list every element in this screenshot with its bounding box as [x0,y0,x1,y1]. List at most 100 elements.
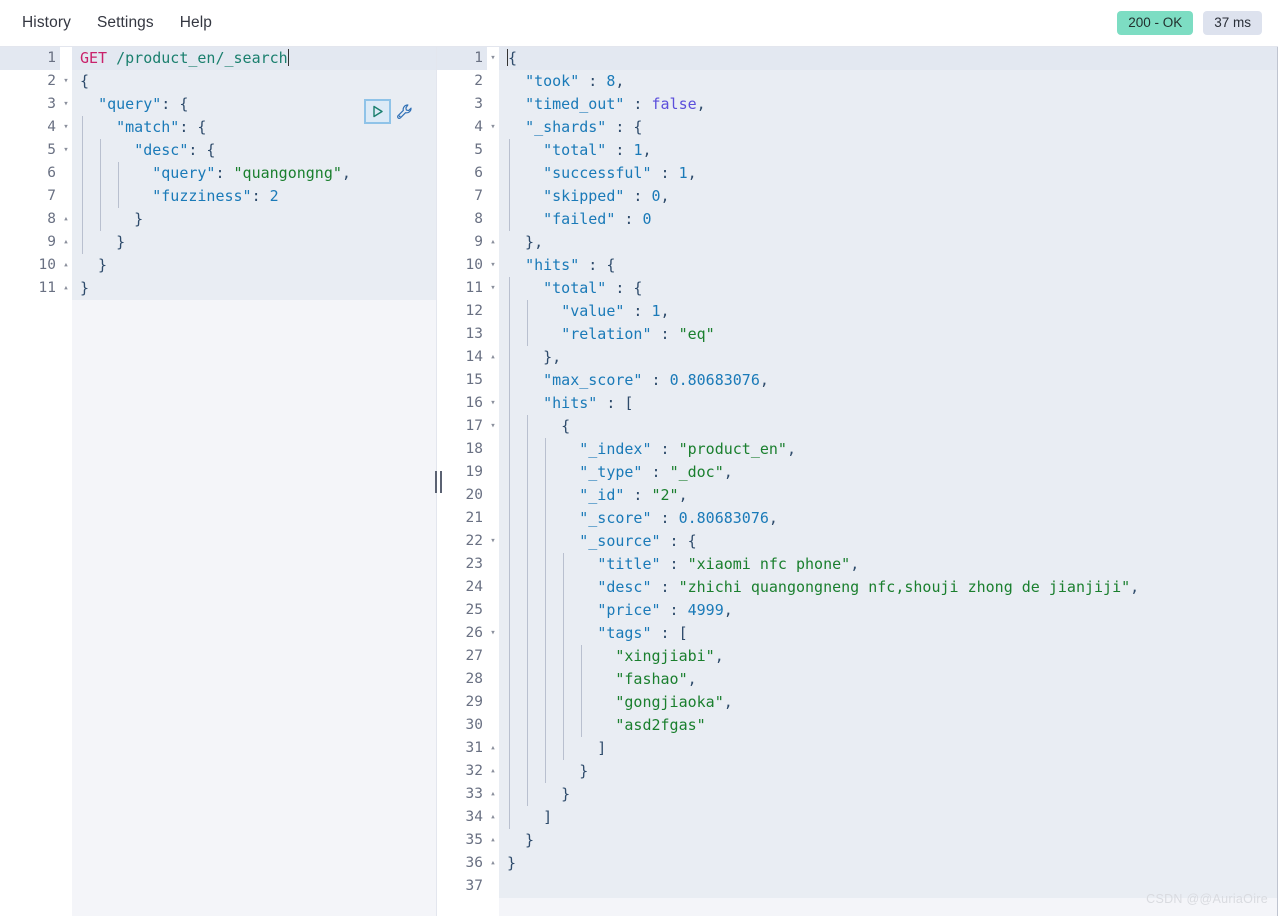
code-line[interactable]: 11 ▴} [0,277,436,300]
code-line-text[interactable]: "gongjiaoka", [499,691,1277,714]
code-line[interactable]: 14 ▴ }, [437,346,1277,369]
code-line-text[interactable]: "total" : { [499,277,1277,300]
code-line[interactable]: 2 "took" : 8, [437,70,1277,93]
fold-toggle-icon[interactable]: ▴ [487,852,499,875]
code-line[interactable]: 10 ▾ "hits" : { [437,254,1277,277]
code-line[interactable]: 12 "value" : 1, [437,300,1277,323]
code-line[interactable]: 36 ▴} [437,852,1277,875]
code-line-text[interactable]: "_type" : "_doc", [499,461,1277,484]
code-line-text[interactable]: } [499,829,1277,852]
fold-toggle-icon[interactable]: ▾ [487,392,499,415]
code-line[interactable]: 13 "relation" : "eq" [437,323,1277,346]
fold-toggle-icon[interactable]: ▾ [60,139,72,162]
fold-toggle-icon[interactable]: ▴ [487,783,499,806]
code-line-text[interactable]: "hits" : [ [499,392,1277,415]
code-line[interactable]: 9 ▴ } [0,231,436,254]
code-line-text[interactable]: "xingjiabi", [499,645,1277,668]
code-line[interactable]: 4 ▾ "_shards" : { [437,116,1277,139]
code-line[interactable]: 31 ▴ ] [437,737,1277,760]
code-line-text[interactable]: "value" : 1, [499,300,1277,323]
code-line[interactable]: 32 ▴ } [437,760,1277,783]
code-line[interactable]: 22 ▾ "_source" : { [437,530,1277,553]
code-line[interactable]: 21 "_score" : 0.80683076, [437,507,1277,530]
fold-toggle-icon[interactable]: ▴ [487,806,499,829]
code-line-text[interactable]: GET /product_en/_search [72,47,436,70]
code-line-text[interactable]: } [499,783,1277,806]
code-line-text[interactable]: "desc": { [72,139,436,162]
fold-toggle-icon[interactable]: ▾ [487,530,499,553]
code-line[interactable]: 17 ▾ { [437,415,1277,438]
code-line-text[interactable]: "fuzziness": 2 [72,185,436,208]
code-line-text[interactable]: "took" : 8, [499,70,1277,93]
code-line-text[interactable]: } [72,254,436,277]
code-line[interactable]: 19 "_type" : "_doc", [437,461,1277,484]
code-line[interactable]: 1 ▾{ [437,47,1277,70]
code-line[interactable]: 6 "query": "quangongng", [0,162,436,185]
fold-toggle-icon[interactable]: ▴ [487,829,499,852]
code-line-text[interactable]: "max_score" : 0.80683076, [499,369,1277,392]
code-line-text[interactable]: "timed_out" : false, [499,93,1277,116]
code-line[interactable]: 23 "title" : "xiaomi nfc phone", [437,553,1277,576]
fold-toggle-icon[interactable]: ▴ [487,231,499,254]
code-line[interactable]: 8 "failed" : 0 [437,208,1277,231]
code-line[interactable]: 29 "gongjiaoka", [437,691,1277,714]
fold-toggle-icon[interactable]: ▴ [487,737,499,760]
code-line-text[interactable]: { [499,47,1277,70]
code-line[interactable]: 2 ▾ { [0,70,436,93]
code-line-text[interactable]: } [499,852,1277,875]
request-pane[interactable]: 1 GET /product_en/_search 2 ▾{3 ▾ "query": {… [0,47,437,916]
code-line-text[interactable]: ] [499,806,1277,829]
code-line-text[interactable]: } [72,277,436,300]
fold-toggle-icon[interactable]: ▴ [60,231,72,254]
code-line-text[interactable]: "_source" : { [499,530,1277,553]
pane-splitter[interactable] [430,47,446,916]
code-line[interactable]: 24 "desc" : "zhichi quangongneng nfc,sho… [437,576,1277,599]
code-line-text[interactable]: "skipped" : 0, [499,185,1277,208]
code-line[interactable]: 7 "skipped" : 0, [437,185,1277,208]
code-line-text[interactable]: "desc" : "zhichi quangongneng nfc,shouji… [499,576,1277,599]
response-code[interactable]: 1 ▾ {2 "took" : 8, 3 "timed_out" : false, 4 ▾… [437,47,1277,898]
fold-toggle-icon[interactable]: ▾ [487,254,499,277]
menu-help[interactable]: Help [180,15,212,31]
fold-toggle-icon[interactable]: ▾ [487,415,499,438]
menu-history[interactable]: History [22,15,71,31]
code-line-text[interactable]: "_id" : "2", [499,484,1277,507]
code-line[interactable]: 26 ▾ "tags" : [ [437,622,1277,645]
code-line-text[interactable]: } [499,760,1277,783]
code-line[interactable]: 33 ▴ } [437,783,1277,806]
code-line[interactable]: 11 ▾ "total" : { [437,277,1277,300]
code-line[interactable]: 18 "_index" : "product_en", [437,438,1277,461]
code-line-text[interactable]: { [72,70,436,93]
fold-toggle-icon[interactable]: ▴ [487,346,499,369]
code-line[interactable]: 10 ▴ } [0,254,436,277]
code-line[interactable]: 15 "max_score" : 0.80683076, [437,369,1277,392]
code-line-text[interactable]: } [72,208,436,231]
code-line[interactable]: 1 GET /product_en/_search [0,47,436,70]
response-pane[interactable]: 1 ▾ {2 "took" : 8, 3 "timed_out" : false, 4 ▾… [437,47,1278,916]
code-line[interactable]: 28 "fashao", [437,668,1277,691]
code-line-text[interactable]: "title" : "xiaomi nfc phone", [499,553,1277,576]
code-line[interactable]: 35 ▴ } [437,829,1277,852]
fold-toggle-icon[interactable]: ▾ [487,622,499,645]
code-line[interactable]: 7 "fuzziness": 2 [0,185,436,208]
code-line-text[interactable]: ] [499,737,1277,760]
wrench-icon[interactable] [393,99,417,124]
code-line[interactable]: 9 ▴ }, [437,231,1277,254]
code-line-text[interactable]: } [72,231,436,254]
fold-toggle-icon[interactable]: ▾ [487,277,499,300]
code-line-text[interactable]: "query": "quangongng", [72,162,436,185]
code-line-text[interactable]: "_shards" : { [499,116,1277,139]
code-line[interactable]: 3 "timed_out" : false, [437,93,1277,116]
code-line-text[interactable]: "failed" : 0 [499,208,1277,231]
fold-toggle-icon[interactable]: ▾ [487,116,499,139]
play-triangle-icon[interactable] [364,99,391,124]
code-line-text[interactable]: "total" : 1, [499,139,1277,162]
code-line-text[interactable]: "relation" : "eq" [499,323,1277,346]
code-line-text[interactable]: "tags" : [ [499,622,1277,645]
code-line[interactable]: 30 "asd2fgas" [437,714,1277,737]
fold-toggle-icon[interactable]: ▴ [60,254,72,277]
fold-toggle-icon[interactable]: ▾ [60,70,72,93]
code-line[interactable]: 20 "_id" : "2", [437,484,1277,507]
code-line-text[interactable]: "hits" : { [499,254,1277,277]
code-line[interactable]: 6 "successful" : 1, [437,162,1277,185]
